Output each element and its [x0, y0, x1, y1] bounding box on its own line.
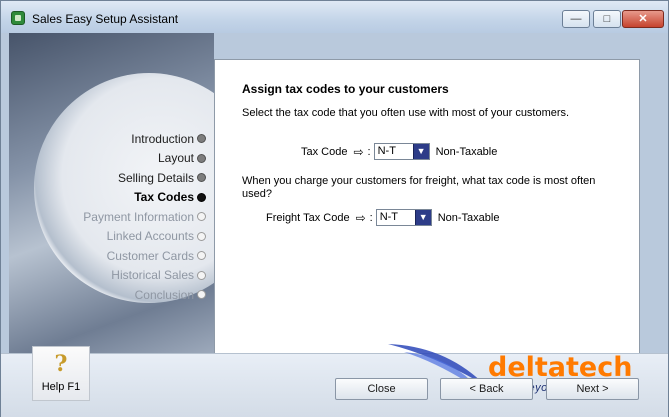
step-label: Historical Sales [111, 268, 194, 282]
step-label: Introduction [131, 131, 194, 146]
tax-code-instruction: Select the tax code that you often use w… [242, 107, 570, 119]
step-label: Layout [157, 151, 194, 165]
back-button[interactable]: < Back [440, 378, 533, 400]
close-button[interactable]: Close [335, 378, 428, 400]
freight-tax-code-select[interactable]: N-T ▼ [375, 209, 432, 226]
dropdown-arrow-icon[interactable]: ▼ [412, 144, 429, 159]
minimize-icon: — [570, 13, 582, 25]
freight-tax-code-label: Freight Tax Code [266, 211, 350, 224]
title-bar: Sales Easy Setup Assistant — □ ✕ [1, 1, 668, 33]
step-item: Payment Information [83, 207, 206, 226]
step-label: Conclusion [134, 287, 194, 302]
page-title: Assign tax codes to your customers [242, 82, 449, 96]
wizard-side-panel: Introduction Layout Selling Details Tax Cod… [9, 33, 214, 368]
close-icon: ✕ [638, 13, 648, 25]
close-window-button[interactable]: ✕ [622, 10, 664, 28]
maximize-button[interactable]: □ [593, 10, 621, 28]
step-item: Tax Codes [134, 188, 206, 207]
tax-code-description: Non-Taxable [435, 145, 498, 158]
window-title: Sales Easy Setup Assistant [32, 12, 179, 26]
step-item: Customer Cards [107, 246, 206, 265]
help-question-icon: ? [54, 351, 68, 377]
dropdown-arrow-icon[interactable]: ▼ [414, 210, 431, 225]
step-label: Linked Accounts [106, 229, 194, 243]
step-item: Linked Accounts [107, 227, 206, 246]
step-item: Introduction [131, 129, 206, 148]
freight-tax-code-value: N-T [379, 211, 399, 223]
step-status-dot-icon [197, 251, 206, 260]
step-item: Conclusion [135, 285, 206, 304]
maximize-icon: □ [603, 13, 611, 25]
step-status-dot-icon [197, 270, 206, 280]
colon: : [369, 211, 373, 224]
content-panel: Assign tax codes to your customers Selec… [214, 59, 640, 367]
step-label: Tax Codes [134, 190, 194, 204]
colon: : [367, 145, 371, 158]
next-button[interactable]: Next > [546, 378, 639, 400]
freight-tax-code-description: Non-Taxable [437, 211, 500, 224]
tax-code-select[interactable]: N-T ▼ [373, 143, 430, 160]
step-status-dot-icon [197, 192, 206, 202]
app-icon [11, 11, 25, 25]
step-item: Selling Details [118, 168, 206, 187]
step-item: Historical Sales [111, 266, 206, 285]
step-status-dot-icon [197, 212, 206, 221]
setup-assistant-window: Sales Easy Setup Assistant — □ ✕ Introdu… [0, 0, 669, 417]
minimize-button[interactable]: — [562, 10, 590, 28]
step-status-dot-icon [197, 173, 206, 182]
step-label: Selling Details [117, 170, 194, 185]
tax-code-value: N-T [377, 145, 396, 157]
step-status-dot-icon [197, 153, 206, 163]
arrow-right-icon: ⇨ [353, 144, 364, 159]
step-status-dot-icon [197, 134, 206, 143]
freight-instruction: When you charge your customers for freig… [242, 175, 596, 200]
step-label: Payment Information [83, 209, 194, 224]
step-status-dot-icon [197, 290, 206, 299]
help-label: Help F1 [41, 381, 81, 393]
step-item: Layout [158, 149, 206, 168]
step-label: Customer Cards [106, 248, 194, 263]
tax-code-label: Tax Code [301, 145, 348, 158]
tax-code-row: Tax Code ⇨ : N-T ▼ Non-Taxable [301, 143, 497, 160]
freight-tax-code-row: Freight Tax Code ⇨ : N-T ▼ Non-Taxable [266, 209, 499, 226]
step-status-dot-icon [197, 231, 206, 241]
arrow-right-icon: ⇨ [355, 210, 366, 225]
help-button[interactable]: ? Help F1 [32, 346, 90, 401]
